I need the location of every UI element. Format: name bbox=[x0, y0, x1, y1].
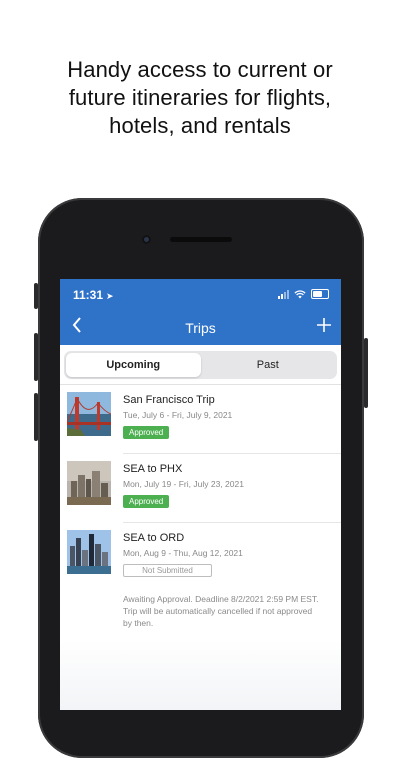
location-arrow-icon: ➤ bbox=[106, 291, 114, 301]
tab-past[interactable]: Past bbox=[201, 353, 336, 377]
trip-filter: Upcoming Past bbox=[60, 345, 341, 385]
power-button bbox=[364, 338, 368, 408]
headline: Handy access to current or future itiner… bbox=[0, 56, 400, 140]
headline-line-3: hotels, and rentals bbox=[109, 113, 291, 138]
chicago-skyline-thumbnail bbox=[67, 530, 111, 574]
nav-bar: Trips bbox=[60, 309, 341, 345]
trip-row[interactable]: San Francisco Trip Tue, July 6 - Fri, Ju… bbox=[67, 385, 341, 454]
page-title: Trips bbox=[185, 320, 216, 336]
trip-name: San Francisco Trip bbox=[123, 394, 215, 406]
front-camera bbox=[142, 235, 151, 244]
trip-name: SEA to PHX bbox=[123, 463, 183, 475]
segmented-control: Upcoming Past bbox=[64, 351, 337, 379]
wifi-icon bbox=[294, 289, 306, 298]
trip-name: SEA to ORD bbox=[123, 532, 185, 544]
status-badge: Not Submitted bbox=[123, 564, 212, 577]
trip-list: San Francisco Trip Tue, July 6 - Fri, Ju… bbox=[60, 385, 341, 633]
status-time: 11:31 ➤ bbox=[73, 288, 114, 302]
status-bar: 11:31 ➤ bbox=[60, 279, 341, 309]
status-badge: Approved bbox=[123, 426, 170, 439]
trip-row[interactable]: SEA to ORD Mon, Aug 9 - Thu, Aug 12, 202… bbox=[67, 523, 341, 633]
status-badge: Approved bbox=[123, 495, 170, 508]
tab-upcoming[interactable]: Upcoming bbox=[66, 353, 201, 377]
signal-icon bbox=[278, 289, 289, 299]
trip-row[interactable]: SEA to PHX Mon, July 19 - Fri, July 23, … bbox=[67, 454, 341, 523]
bottom-fade bbox=[60, 640, 341, 710]
golden-gate-bridge-thumbnail bbox=[67, 392, 111, 436]
battery-icon bbox=[311, 289, 329, 299]
headline-line-2: future itineraries for flights, bbox=[68, 85, 332, 110]
add-trip-plus-icon[interactable] bbox=[317, 313, 331, 337]
trip-dates: Tue, July 6 - Fri, July 9, 2021 bbox=[123, 410, 233, 420]
mute-switch bbox=[34, 283, 38, 309]
volume-up-button bbox=[34, 333, 38, 381]
trip-dates: Mon, Aug 9 - Thu, Aug 12, 2021 bbox=[123, 548, 243, 558]
trip-dates: Mon, July 19 - Fri, July 23, 2021 bbox=[123, 479, 244, 489]
status-icons bbox=[278, 289, 329, 299]
approval-note: Awaiting Approval. Deadline 8/2/2021 2:5… bbox=[123, 594, 319, 628]
app-screen: 11:31 ➤ Trips Upcoming Past San Francisc… bbox=[60, 279, 341, 710]
headline-line-1: Handy access to current or bbox=[67, 57, 333, 82]
phoenix-skyline-thumbnail bbox=[67, 461, 111, 505]
earpiece-speaker bbox=[170, 237, 232, 242]
volume-down-button bbox=[34, 393, 38, 441]
